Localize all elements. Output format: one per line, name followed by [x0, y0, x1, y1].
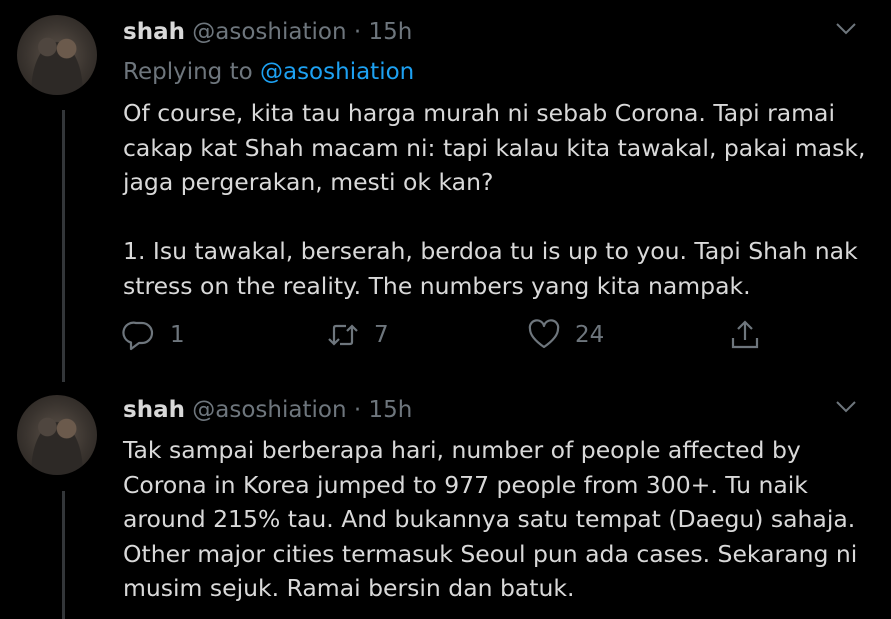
retweet-count: 7: [374, 322, 389, 348]
text-line: Tak sampai berberapa hari, number of peo…: [123, 436, 801, 464]
tweet-text: Tak sampai berberapa hari, number of peo…: [123, 433, 863, 606]
avatar[interactable]: [17, 15, 97, 95]
mention-link[interactable]: @asoshiation: [260, 59, 414, 85]
user-handle[interactable]: @asoshiation: [192, 397, 346, 423]
text-line: stress on the reality. The numbers yang …: [123, 271, 751, 300]
separator-dot: ·: [353, 397, 362, 423]
share-button[interactable]: [728, 318, 762, 352]
like-button[interactable]: 24: [527, 318, 604, 352]
text-line: 1. Isu tawakal, berserah, berdoa tu is u…: [123, 237, 858, 266]
reply-button[interactable]: 1: [122, 318, 185, 352]
avatar[interactable]: [17, 395, 97, 475]
tweet[interactable]: shah @asoshiation · 15h Replying to @aso…: [0, 0, 891, 395]
timestamp[interactable]: 15h: [368, 19, 412, 45]
thread-line: [62, 491, 65, 619]
retweet-button[interactable]: 7: [326, 318, 389, 352]
reply-icon: [122, 321, 154, 351]
display-name[interactable]: shah: [123, 19, 185, 45]
user-handle[interactable]: @asoshiation: [192, 19, 346, 45]
chevron-down-icon[interactable]: [835, 22, 857, 36]
replying-prefix: Replying to: [123, 59, 253, 85]
share-icon: [731, 320, 759, 349]
text-line: Other major cities termasuk Seoul pun ad…: [123, 539, 858, 568]
text-line: Of course, kita tau harga murah ni sebab…: [123, 99, 835, 127]
replying-to: Replying to @asoshiation: [123, 57, 414, 87]
tweet-header: shah @asoshiation · 15h: [123, 395, 412, 425]
action-bar: 1 7 24: [0, 318, 891, 362]
tweet-text: Of course, kita tau harga murah ni sebab…: [123, 96, 866, 304]
text-line: jaga pergerakan, mesti ok kan?: [123, 168, 494, 197]
separator-dot: ·: [353, 19, 362, 45]
display-name[interactable]: shah: [123, 397, 185, 423]
heart-icon: [528, 319, 560, 349]
tweet-header: shah @asoshiation · 15h: [123, 17, 412, 47]
timestamp[interactable]: 15h: [368, 397, 412, 423]
reply-count: 1: [170, 322, 185, 348]
text-line: cakap kat Shah macam ni: tapi kalau kita…: [123, 133, 866, 162]
text-line: musim sejuk. Ramai bersin dan batuk.: [123, 574, 575, 603]
tweet[interactable]: shah @asoshiation · 15h Tak sampai berbe…: [0, 395, 891, 619]
like-count: 24: [575, 322, 605, 348]
retweet-icon: [328, 324, 358, 346]
chevron-down-icon[interactable]: [835, 400, 857, 414]
text-line: Corona in Korea jumped to 977 people fro…: [123, 470, 808, 499]
text-line: around 215% tau. And bukannya satu tempa…: [123, 505, 856, 534]
